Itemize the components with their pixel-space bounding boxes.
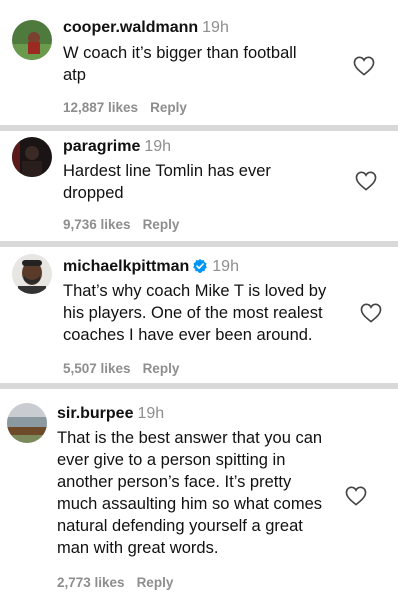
- comment-text-line: atp: [63, 66, 86, 84]
- comment-text-line: That’s why coach Mike T is loved by: [63, 282, 327, 300]
- reply-button[interactable]: Reply: [150, 100, 187, 115]
- comment-text-line: his players. One of the most realest: [63, 304, 323, 322]
- comment-header: paragrime 19h: [63, 137, 171, 157]
- timestamp: 19h: [144, 138, 172, 155]
- username[interactable]: cooper.waldmann: [63, 19, 198, 36]
- like-count[interactable]: 9,736 likes: [63, 217, 131, 232]
- timestamp: 19h: [212, 258, 239, 275]
- like-count[interactable]: 2,773 likes: [57, 575, 125, 590]
- heart-outline-icon[interactable]: [355, 171, 377, 191]
- avatar-image: [12, 254, 52, 294]
- avatar[interactable]: [12, 20, 52, 60]
- comment-text: That is the best answer that you can eve…: [57, 427, 357, 559]
- comment-text-line: W coach it’s bigger than football: [63, 44, 297, 62]
- comment-text: That’s why coach Mike T is loved by his …: [63, 280, 363, 346]
- avatar-image: [12, 20, 52, 60]
- username[interactable]: paragrime: [63, 138, 140, 155]
- comment-text-line: man with great words.: [57, 539, 219, 557]
- comment-header: cooper.waldmann 19h: [63, 18, 229, 38]
- timestamp: 19h: [137, 405, 165, 422]
- comment-text: W coach it’s bigger than football atp: [63, 42, 363, 86]
- avatar[interactable]: [12, 137, 52, 177]
- comment-text-line: That is the best answer that you can: [57, 429, 323, 447]
- comment-meta: 2,773 likes Reply: [57, 575, 173, 590]
- username[interactable]: sir.burpee: [57, 405, 133, 422]
- like-count[interactable]: 12,887 likes: [63, 100, 138, 115]
- comment-text-line: coaches I have ever been around.: [63, 326, 313, 344]
- avatar-image: [7, 403, 47, 443]
- comment-meta: 9,736 likes Reply: [63, 217, 179, 232]
- heart-outline-icon[interactable]: [353, 56, 375, 76]
- avatar[interactable]: [7, 403, 47, 443]
- comment-4: sir.burpee 19h That is the best answer th…: [0, 389, 398, 614]
- comment-header: sir.burpee 19h: [57, 404, 164, 424]
- heart-outline-icon[interactable]: [360, 303, 382, 323]
- username[interactable]: michaelkpittman: [63, 258, 189, 275]
- avatar[interactable]: [12, 254, 52, 294]
- comment-text: Hardest line Tomlin has ever dropped: [63, 160, 363, 204]
- like-count[interactable]: 5,507 likes: [63, 361, 131, 376]
- heart-outline-icon[interactable]: [345, 486, 367, 506]
- comment-text-line: natural defending yourself a great: [57, 517, 303, 535]
- comment-1: cooper.waldmann 19h W coach it’s bigger t…: [0, 0, 398, 128]
- comment-text-line: Hardest line Tomlin has ever: [63, 162, 271, 180]
- comment-meta: 5,507 likes Reply: [63, 361, 179, 376]
- comment-text-line: ever give to a person spitting in: [57, 451, 286, 469]
- comment-header: michaelkpittman 19h: [63, 257, 239, 277]
- reply-button[interactable]: Reply: [143, 361, 180, 376]
- reply-button[interactable]: Reply: [137, 575, 174, 590]
- verified-badge-icon: [193, 259, 208, 273]
- comment-text-line: much assaulting him so what comes: [57, 495, 323, 513]
- comment-text-line: dropped: [63, 184, 124, 202]
- avatar-image: [12, 137, 52, 177]
- reply-button[interactable]: Reply: [143, 217, 180, 232]
- comment-text-line: another person’s face. It’s pretty: [57, 473, 292, 491]
- comment-meta: 12,887 likes Reply: [63, 100, 187, 115]
- comment-2: paragrime 19h Hardest line Tomlin has eve…: [0, 131, 398, 243]
- comment-3: michaelkpittman 19h That’s why coach Mike…: [0, 247, 398, 381]
- timestamp: 19h: [202, 19, 229, 36]
